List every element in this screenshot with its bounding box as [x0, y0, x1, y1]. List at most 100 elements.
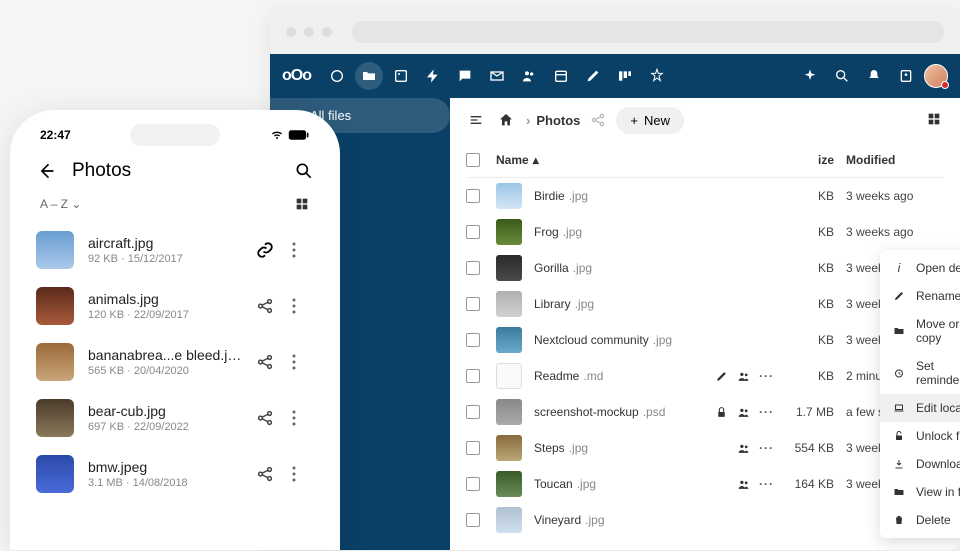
mail-icon[interactable]	[483, 62, 511, 90]
file-name: bmw.jpeg	[88, 459, 242, 475]
phone-notch	[130, 124, 220, 146]
list-item[interactable]: animals.jpg120 KB · 22/09/2017	[28, 278, 322, 334]
edit-icon[interactable]	[715, 370, 728, 383]
row-checkbox[interactable]	[466, 225, 480, 239]
user-avatar[interactable]	[924, 64, 948, 88]
files-icon[interactable]	[355, 62, 383, 90]
column-header-name[interactable]: Name ▴	[496, 153, 704, 167]
menu-open-details[interactable]: i Open details	[880, 254, 960, 282]
row-checkbox[interactable]	[466, 405, 480, 419]
menu-set-reminder[interactable]: Set reminder ›	[880, 352, 960, 394]
toggle-sidebar-icon[interactable]	[466, 110, 486, 130]
column-header-modified[interactable]: Modified	[834, 153, 944, 167]
calendar-icon[interactable]	[547, 62, 575, 90]
shared-icon[interactable]	[736, 406, 751, 419]
row-checkbox[interactable]	[466, 189, 480, 203]
share-icon[interactable]	[256, 353, 278, 371]
grid-view-icon[interactable]	[926, 111, 944, 129]
sort-dropdown[interactable]: A – Z ⌄	[40, 197, 81, 211]
file-meta: 565 KB · 20/04/2020	[88, 365, 242, 377]
list-item[interactable]: bananabrea...e bleed.jpg 565 KB · 20/04/2…	[28, 334, 322, 390]
context-menu: i Open details Rename Move or copy Set r…	[880, 250, 960, 538]
talk-icon[interactable]	[451, 62, 479, 90]
notifications-icon[interactable]	[860, 62, 888, 90]
contacts-menu-icon[interactable]	[892, 62, 920, 90]
new-button[interactable]: + New	[616, 107, 684, 134]
list-item[interactable]: bmw.jpeg3.1 MB · 14/08/2018	[28, 446, 322, 502]
more-icon[interactable]: ···	[759, 477, 774, 491]
photos-icon[interactable]	[387, 62, 415, 90]
row-checkbox[interactable]	[466, 441, 480, 455]
search-icon[interactable]	[828, 62, 856, 90]
column-header-size[interactable]: ize	[774, 153, 834, 167]
menu-label: Delete	[916, 513, 951, 527]
table-row[interactable]: Frog.jpgKB3 weeks ago	[466, 214, 944, 250]
menu-download[interactable]: Download	[880, 450, 960, 478]
url-bar[interactable]	[352, 21, 944, 43]
notes-icon[interactable]	[579, 62, 607, 90]
toolbar: › Photos + New	[450, 98, 960, 142]
shared-icon[interactable]	[736, 442, 751, 455]
home-icon[interactable]	[496, 110, 516, 130]
row-checkbox[interactable]	[466, 513, 480, 527]
more-apps-icon[interactable]	[643, 62, 671, 90]
table-row[interactable]: Gorilla.jpgKB3 weeks ago	[466, 250, 944, 286]
menu-edit-locally[interactable]: Edit locally	[880, 394, 960, 422]
link-icon[interactable]	[256, 241, 278, 259]
file-modified: 3 weeks ago	[834, 189, 944, 203]
menu-move-copy[interactable]: Move or copy	[880, 310, 960, 352]
list-item[interactable]: bear-cub.jpg697 KB · 22/09/2022	[28, 390, 322, 446]
more-icon[interactable]	[292, 354, 314, 370]
file-thumbnail	[36, 343, 74, 381]
more-icon[interactable]: ···	[759, 441, 774, 455]
table-row[interactable]: Library.jpgKB3 weeks ago	[466, 286, 944, 322]
more-icon[interactable]	[292, 466, 314, 482]
menu-view-folder[interactable]: View in folder	[880, 478, 960, 506]
search-icon[interactable]	[294, 161, 314, 181]
breadcrumb-item[interactable]: Photos	[536, 113, 580, 128]
dashboard-icon[interactable]	[323, 62, 351, 90]
file-thumbnail	[36, 287, 74, 325]
row-checkbox[interactable]	[466, 261, 480, 275]
assistant-icon[interactable]	[796, 62, 824, 90]
row-checkbox[interactable]	[466, 333, 480, 347]
menu-label: Edit locally	[916, 401, 960, 415]
more-icon[interactable]	[292, 298, 314, 314]
menu-unlock[interactable]: Unlock file	[880, 422, 960, 450]
share-icon[interactable]	[590, 112, 606, 128]
row-checkbox[interactable]	[466, 369, 480, 383]
file-ext: .jpg	[569, 189, 588, 203]
share-icon[interactable]	[256, 297, 278, 315]
activity-icon[interactable]	[419, 62, 447, 90]
deck-icon[interactable]	[611, 62, 639, 90]
row-checkbox[interactable]	[466, 297, 480, 311]
table-row[interactable]: Steps.jpg···554 KB3 weeks ago	[466, 430, 944, 466]
table-row[interactable]: Toucan.jpg···164 KB3 weeks ago	[466, 466, 944, 502]
grid-view-icon[interactable]	[294, 196, 310, 212]
select-all-checkbox[interactable]	[466, 153, 480, 167]
table-row[interactable]: Readme.md···KB2 minutes ago	[466, 358, 944, 394]
shared-icon[interactable]	[736, 370, 751, 383]
share-icon[interactable]	[256, 465, 278, 483]
more-icon[interactable]	[292, 242, 314, 258]
file-ext: .jpg	[653, 333, 672, 347]
more-icon[interactable]: ···	[759, 369, 774, 383]
contacts-icon[interactable]	[515, 62, 543, 90]
menu-delete[interactable]: Delete	[880, 506, 960, 534]
file-ext: .jpg	[575, 297, 594, 311]
laptop-icon	[892, 401, 906, 415]
file-name: bananabrea...e bleed.jpg	[88, 347, 242, 363]
list-item[interactable]: aircraft.jpg92 KB · 15/12/2017	[28, 222, 322, 278]
more-icon[interactable]	[292, 410, 314, 426]
table-row[interactable]: screenshot-mockup.psd···1.7 MBa few seco…	[466, 394, 944, 430]
shared-icon[interactable]	[736, 478, 751, 491]
table-row[interactable]: Nextcloud community.jpgKB3 weeks ago	[466, 322, 944, 358]
table-row[interactable]: Birdie.jpgKB3 weeks ago	[466, 178, 944, 214]
share-icon[interactable]	[256, 409, 278, 427]
row-checkbox[interactable]	[466, 477, 480, 491]
back-icon[interactable]	[36, 161, 56, 181]
file-size: 1.7 MB	[774, 405, 834, 419]
menu-rename[interactable]: Rename	[880, 282, 960, 310]
table-row[interactable]: Vineyard.jpg	[466, 502, 944, 538]
more-icon[interactable]: ···	[759, 405, 774, 419]
